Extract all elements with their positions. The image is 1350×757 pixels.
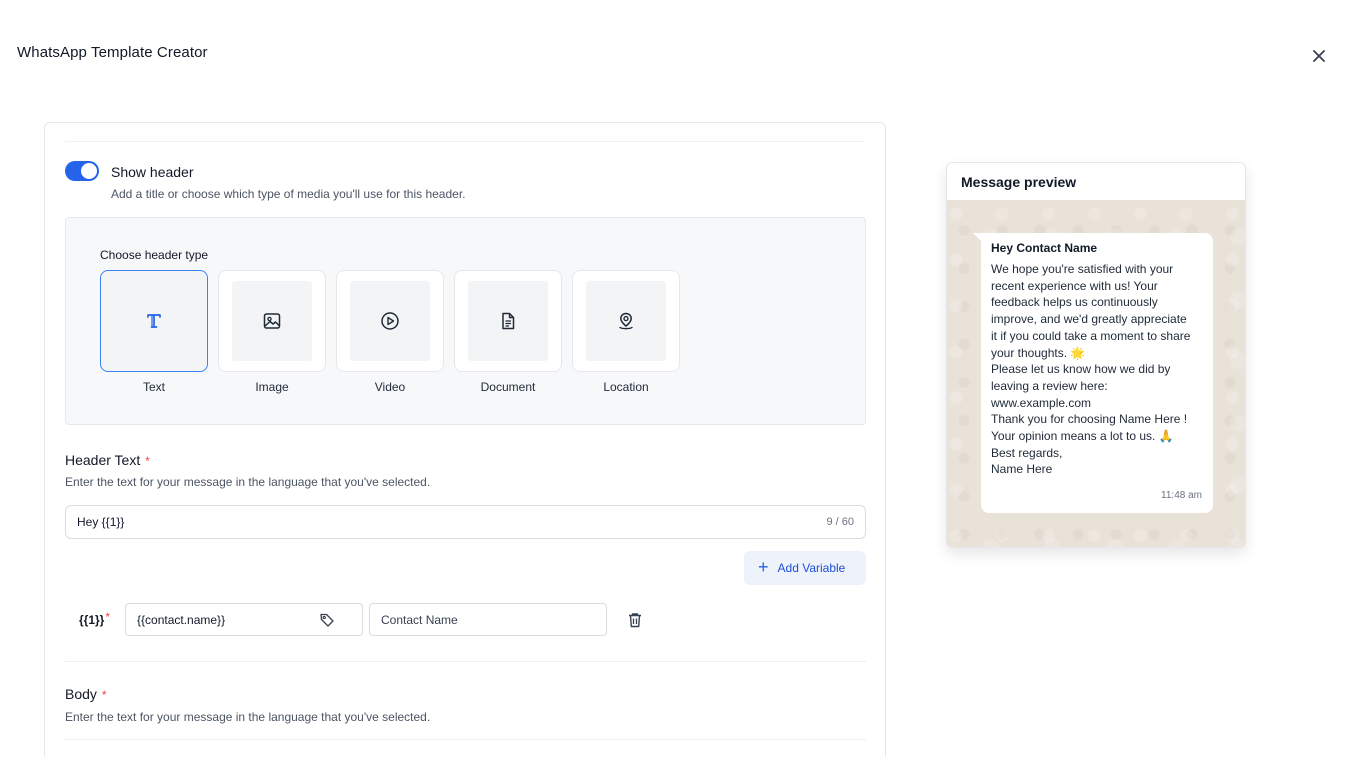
type-label-location: Location — [603, 380, 649, 394]
toggle-knob — [81, 163, 97, 179]
section-divider — [65, 661, 866, 662]
header-text-value: Hey {{1}} — [77, 515, 125, 529]
bubble-line: Please let us know how we did by — [991, 362, 1171, 377]
char-counter: 9 / 60 — [826, 516, 854, 528]
document-icon — [502, 312, 515, 330]
header-type-panel: Choose header type Text Image Video Docu… — [65, 217, 866, 425]
body-title: Body * — [65, 686, 107, 702]
type-label-text: Text — [142, 380, 165, 394]
page-title: WhatsApp Template Creator — [17, 44, 208, 61]
type-icon-box — [586, 281, 666, 361]
variable-field-value: {{contact.name}} — [137, 613, 226, 627]
bubble-line: your thoughts. 🌟 — [991, 345, 1086, 360]
type-icon-box — [114, 281, 194, 361]
show-header-toggle[interactable] — [65, 161, 99, 181]
bubble-line: Name Here — [991, 462, 1053, 477]
bubble-line: it if you could take a moment to share — [991, 328, 1191, 343]
bubble-body: We hope you're satisfied with your recen… — [991, 261, 1205, 478]
add-variable-label: Add Variable — [777, 561, 846, 575]
variable-token: {{1}}* — [79, 610, 111, 627]
bubble-line: feedback helps us continuously — [991, 295, 1158, 310]
add-variable-button[interactable]: + Add Variable — [744, 551, 866, 585]
close-icon — [1313, 50, 1325, 62]
choose-header-type-label: Choose header type — [100, 248, 209, 262]
chat-background: Hey Contact Name We hope you're satisfie… — [947, 200, 1245, 547]
text-icon — [147, 314, 161, 328]
required-mark: * — [105, 610, 111, 624]
plus-icon: + — [758, 557, 769, 577]
header-type-location[interactable] — [572, 270, 680, 372]
bubble-line: leaving a review here: — [991, 378, 1108, 393]
play-circle-icon — [381, 312, 399, 330]
message-bubble: Hey Contact Name We hope you're satisfie… — [973, 233, 1213, 513]
header-text-title: Header Text * — [65, 452, 150, 468]
type-label-video: Video — [374, 380, 406, 394]
section-divider — [65, 739, 866, 740]
close-button[interactable] — [1308, 45, 1330, 67]
bubble-line: www.example.com — [991, 395, 1092, 410]
type-icon-box — [468, 281, 548, 361]
header-type-document[interactable] — [454, 270, 562, 372]
required-mark: * — [101, 688, 107, 702]
header-text-input[interactable]: Hey {{1}} 9 / 60 — [65, 505, 866, 539]
type-icon-box — [232, 281, 312, 361]
header-text-description: Enter the text for your message in the l… — [65, 475, 431, 489]
type-icon-box — [350, 281, 430, 361]
bubble-line: Best regards, — [991, 445, 1063, 460]
body-description: Enter the text for your message in the l… — [65, 710, 431, 724]
header-type-video[interactable] — [336, 270, 444, 372]
type-label-image: Image — [255, 380, 289, 394]
bubble-line: recent experience with us! Your — [991, 278, 1158, 293]
variable-field-select[interactable]: {{contact.name}} — [125, 603, 363, 636]
bubble-line: Thank you for choosing Name Here ! — [991, 412, 1188, 427]
header-type-text[interactable] — [100, 270, 208, 372]
preview-title: Message preview — [961, 174, 1077, 190]
header-type-image[interactable] — [218, 270, 326, 372]
bubble-line: We hope you're satisfied with your — [991, 262, 1174, 276]
body-title-label: Body — [65, 686, 97, 702]
tag-icon — [320, 613, 334, 627]
bubble-header: Hey Contact Name — [991, 241, 1098, 255]
variable-sample-input[interactable]: Contact Name — [369, 603, 607, 636]
show-header-label: Show header — [111, 164, 194, 180]
location-pin-icon — [619, 312, 633, 330]
variable-token-label: {{1}} — [79, 613, 105, 627]
card-top-divider — [65, 141, 865, 142]
bubble-tail — [973, 233, 981, 241]
image-icon — [263, 313, 281, 329]
modal-header: WhatsApp Template Creator — [0, 0, 1350, 110]
delete-variable-button[interactable] — [626, 611, 644, 629]
message-preview-panel: Message preview Hey Contact Name We hope… — [946, 162, 1246, 548]
header-text-title-label: Header Text — [65, 452, 141, 468]
required-mark: * — [145, 454, 150, 468]
variable-sample-value: Contact Name — [381, 613, 458, 627]
message-timestamp: 11:48 am — [1161, 490, 1202, 501]
type-label-document: Document — [480, 380, 536, 394]
show-header-description: Add a title or choose which type of medi… — [111, 187, 466, 201]
template-form: Show header Add a title or choose which … — [44, 122, 886, 757]
bubble-line: improve, and we'd greatly appreciate — [991, 312, 1187, 327]
bubble-line: Your opinion means a lot to us. 🙏 — [991, 429, 1174, 444]
trash-icon — [629, 613, 641, 628]
